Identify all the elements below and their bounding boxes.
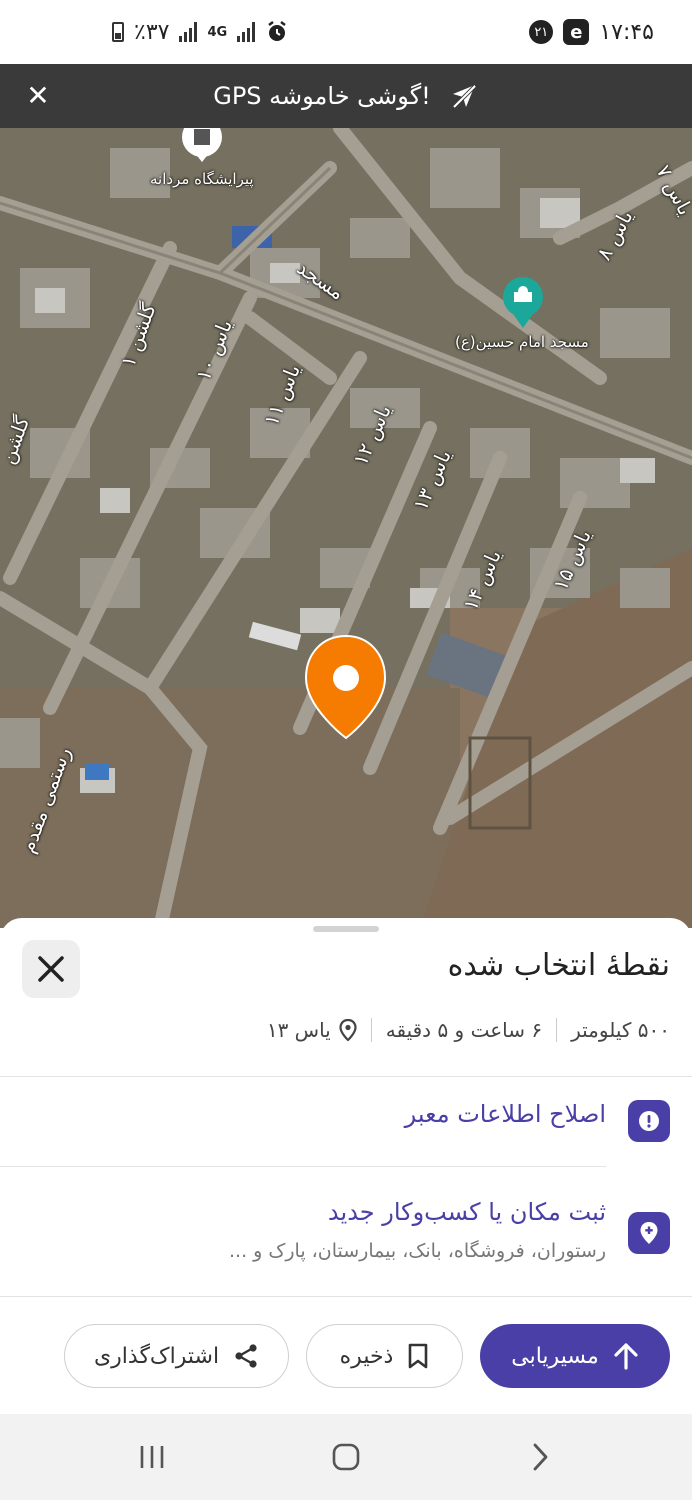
close-sheet-button[interactable]: [22, 940, 80, 998]
clock: ۱۷:۴۵: [599, 19, 654, 45]
poi-label-barber[interactable]: پیرایشگاه مردانه: [150, 170, 254, 188]
share-button-label: اشتراک‌گذاری: [93, 1343, 220, 1369]
location-name: یاس ۱۳: [266, 1018, 331, 1042]
battery-icon: [112, 22, 124, 42]
travel-duration: ۶ ساعت و ۵ دقیقه: [385, 1018, 543, 1042]
add-new-place-subtitle: رستوران، فروشگاه، بانک، بیمارستان، پارک …: [228, 1240, 606, 1262]
divider: [0, 1166, 606, 1167]
divider: [0, 1296, 692, 1297]
system-nav-bar: [0, 1414, 692, 1500]
edit-street-info-text: اصلاح اطلاعات معبر: [405, 1100, 606, 1128]
status-right: ۲۱ e ۱۷:۴۵: [529, 19, 654, 45]
signal-icon: [179, 22, 198, 42]
edit-street-info-title: اصلاح اطلاعات معبر: [404, 1100, 606, 1128]
back-icon[interactable]: [520, 1442, 560, 1472]
status-bar: ٪۳۷ 4G ۲۱ e ۱۷:۴۵: [0, 0, 692, 64]
poi-label-mosque[interactable]: مسجد امام حسین(ع): [455, 333, 589, 351]
add-new-place-text: ثبت مکان یا کسب‌وکار جدید رستوران، فروشگ…: [229, 1198, 606, 1262]
share-icon: [235, 1344, 257, 1368]
place-meta: یاس ۱۳ ۶ ساعت و ۵ دقیقه ۵۰۰ کیلومتر: [267, 1018, 670, 1042]
add-new-place-action[interactable]: ثبت مکان یا کسب‌وکار جدید رستوران، فروشگ…: [229, 1198, 670, 1262]
route-button[interactable]: مسیریابی: [480, 1324, 670, 1388]
save-button[interactable]: ذخیره: [306, 1324, 463, 1388]
add-new-place-title: ثبت مکان یا کسب‌وکار جدید: [327, 1198, 606, 1226]
meta-separator: [370, 1018, 372, 1042]
place-bottom-sheet: نقطهٔ انتخاب شده یاس ۱۳ ۶ ساعت و ۵ دقیقه…: [0, 918, 692, 1418]
exclamation-icon: [628, 1100, 670, 1142]
alarm-icon: [268, 21, 286, 41]
notification-badge: ۲۱: [529, 20, 554, 44]
add-place-icon: [628, 1212, 670, 1254]
battery-percent: ٪۳۷: [134, 19, 170, 45]
route-button-label: مسیریابی: [511, 1343, 599, 1369]
network-type: 4G: [207, 24, 228, 40]
place-title: نقطهٔ انتخاب شده: [447, 948, 670, 983]
close-icon: [38, 956, 64, 982]
edit-street-info-action[interactable]: اصلاح اطلاعات معبر: [405, 1100, 670, 1142]
bookmark-icon: [409, 1343, 428, 1369]
close-icon[interactable]: ✕: [22, 80, 54, 112]
arrow-up-icon: [614, 1343, 638, 1370]
location-group: یاس ۱۳: [267, 1018, 357, 1042]
e-app-icon: e: [563, 19, 590, 45]
home-icon[interactable]: [326, 1442, 366, 1472]
share-button[interactable]: اشتراک‌گذاری: [64, 1324, 289, 1388]
save-button-label: ذخیره: [339, 1343, 394, 1369]
divider: [0, 1076, 692, 1077]
travel-distance: ۵۰۰ کیلومتر: [571, 1018, 670, 1042]
sheet-drag-handle[interactable]: [313, 926, 379, 932]
map-view[interactable]: پیرایشگاه مردانه مسجد امام حسین(ع) مسجد …: [0, 128, 692, 928]
gps-message: GPS گوشی خاموشه!: [213, 82, 431, 110]
signal-icon-2: [237, 22, 256, 42]
gps-text-group: GPS گوشی خاموشه!: [213, 81, 479, 111]
satellite-imagery: [0, 128, 692, 928]
recent-apps-icon[interactable]: [132, 1442, 172, 1472]
status-left: ٪۳۷ 4G: [112, 20, 289, 45]
gps-off-icon: [452, 84, 477, 109]
meta-separator: [556, 1018, 558, 1042]
gps-banner: ✕ GPS گوشی خاموشه!: [0, 64, 692, 128]
location-icon: [339, 1019, 357, 1041]
